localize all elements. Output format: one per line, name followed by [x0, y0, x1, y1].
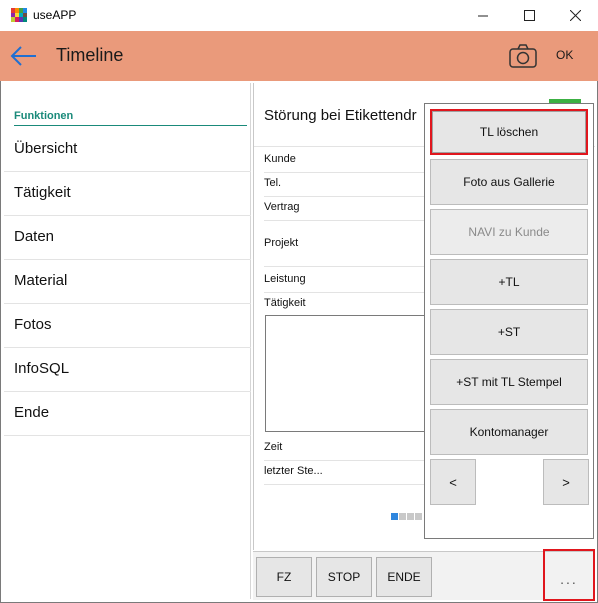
- stop-button[interactable]: STOP: [316, 557, 372, 597]
- sidebar-item-daten[interactable]: Daten: [4, 216, 251, 260]
- add-st-button[interactable]: +ST: [430, 309, 588, 355]
- ende-button[interactable]: ENDE: [376, 557, 432, 597]
- sidebar-item-fotos[interactable]: Fotos: [4, 304, 251, 348]
- fz-button[interactable]: FZ: [256, 557, 312, 597]
- app-bar: Timeline OK: [0, 31, 598, 81]
- app-icon: [11, 8, 27, 22]
- ok-button[interactable]: OK: [556, 48, 573, 62]
- sidebar-item-material[interactable]: Material: [4, 260, 251, 304]
- add-tl-button[interactable]: +TL: [430, 259, 588, 305]
- foto-aus-gallerie-button[interactable]: Foto aus Gallerie: [430, 159, 588, 205]
- tl-loeschen-button[interactable]: TL löschen: [430, 109, 588, 155]
- maximize-button[interactable]: [506, 0, 552, 31]
- close-button[interactable]: [552, 0, 598, 31]
- sidebar-item-taetigkeit[interactable]: Tätigkeit: [4, 172, 251, 216]
- taetigkeit-textbox[interactable]: [265, 315, 435, 432]
- window-title: useAPP: [33, 8, 77, 22]
- minimize-button[interactable]: [460, 0, 506, 31]
- sidebar-item-ende[interactable]: Ende: [4, 392, 251, 436]
- next-button[interactable]: >: [543, 459, 589, 505]
- sidebar-heading: Funktionen: [14, 110, 74, 122]
- maximize-icon: [523, 10, 535, 21]
- add-st-mit-tl-stempel-button[interactable]: +ST mit TL Stempel: [430, 359, 588, 405]
- camera-icon: [509, 44, 537, 68]
- page-dot: [407, 513, 414, 520]
- kontomanager-button[interactable]: Kontomanager: [430, 409, 588, 455]
- page-title: Timeline: [56, 45, 124, 65]
- previous-button[interactable]: <: [430, 459, 476, 505]
- back-button[interactable]: [8, 41, 40, 71]
- page-indicator: [391, 513, 422, 520]
- camera-button[interactable]: [506, 40, 540, 72]
- sidebar-item-uebersicht[interactable]: Übersicht: [4, 128, 251, 172]
- ticket-title: Störung bei Etikettendr: [264, 107, 417, 124]
- sidebar-heading-divider: [14, 125, 247, 126]
- navi-zu-kunde-button[interactable]: NAVI zu Kunde: [430, 209, 588, 255]
- sidebar-item-infosql[interactable]: InfoSQL: [4, 348, 251, 392]
- window-titlebar: useAPP: [0, 0, 598, 31]
- minimize-icon: [478, 15, 488, 16]
- more-options-button[interactable]: ...: [543, 549, 595, 601]
- more-options-flyout: TL löschen Foto aus Gallerie NAVI zu Kun…: [424, 103, 594, 539]
- close-icon: [569, 10, 581, 21]
- page-dot: [415, 513, 422, 520]
- back-arrow-icon: [10, 46, 36, 66]
- page-dot-active: [391, 513, 398, 520]
- sidebar: Funktionen Übersicht Tätigkeit Daten Mat…: [4, 83, 251, 599]
- page-dot: [399, 513, 406, 520]
